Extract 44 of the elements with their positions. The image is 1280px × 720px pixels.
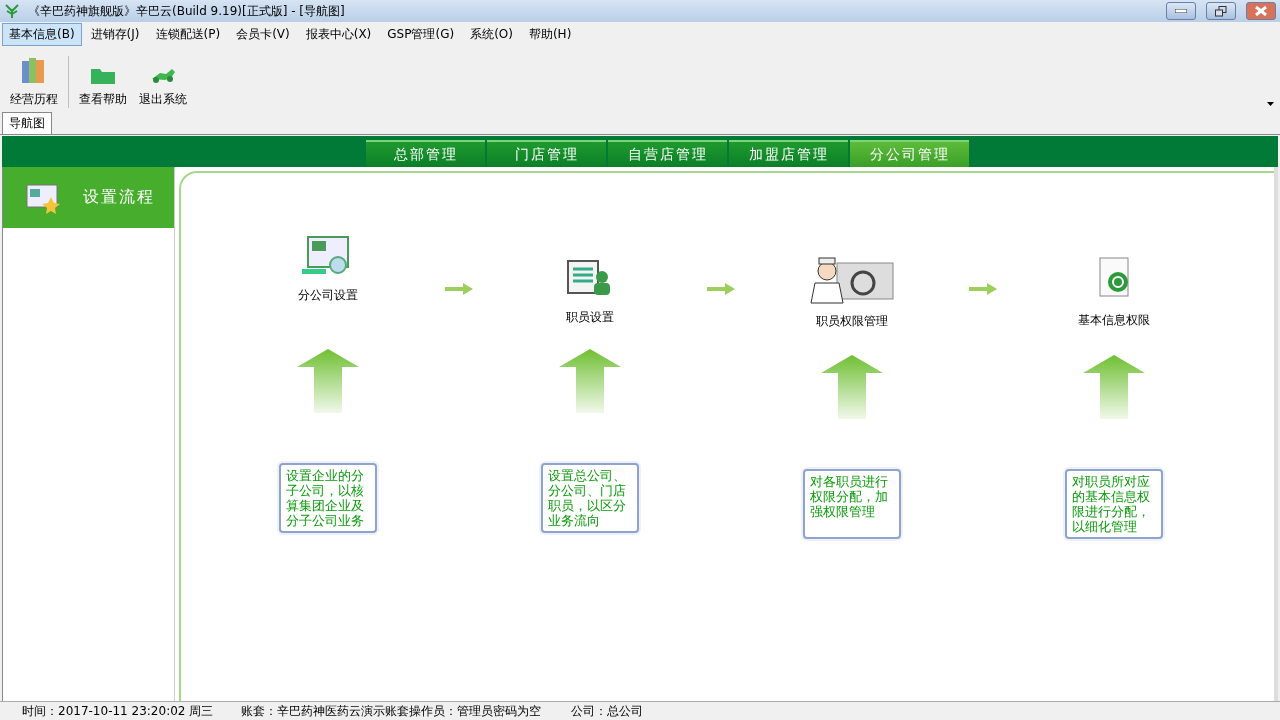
description-note: 设置企业的分子公司，以核算集团企业及分子公司业务 — [279, 463, 377, 533]
step-label[interactable]: 分公司设置 — [298, 287, 358, 327]
menu-item[interactable]: 进销存(J) — [83, 22, 147, 46]
menu-item[interactable]: 基本信息(B) — [2, 22, 82, 46]
section-tab[interactable]: 总部管理 — [366, 140, 485, 167]
section-tab[interactable]: 自营店管理 — [608, 140, 727, 167]
toolbar-button[interactable]: 经营历程 — [4, 55, 64, 108]
description-note: 设置总公司、分公司、门店职员，以区分业务流向 — [541, 463, 639, 533]
restore-icon — [1215, 5, 1227, 17]
description-note: 对各职员进行权限分配，加强权限管理 — [803, 469, 901, 539]
up-arrow-icon — [297, 349, 359, 413]
minimize-icon — [1175, 9, 1187, 13]
up-arrow-icon — [1083, 355, 1145, 419]
step-label[interactable]: 基本信息权限 — [1078, 312, 1150, 352]
step-label[interactable]: 职员权限管理 — [816, 313, 888, 353]
step-label[interactable]: 职员设置 — [566, 309, 614, 349]
leaf-logo-icon — [4, 3, 20, 19]
menu-item[interactable]: 帮助(H) — [521, 22, 579, 46]
up-arrow-icon — [821, 355, 883, 419]
right-arrow-icon — [445, 283, 473, 295]
right-arrow-icon — [969, 283, 997, 295]
section-tab[interactable]: 门店管理 — [487, 140, 606, 167]
up-arrow-icon — [559, 349, 621, 413]
menu-item[interactable]: 连锁配送(P) — [148, 22, 228, 46]
menu-item[interactable]: 会员卡(V) — [229, 22, 297, 46]
status-text: 账套：辛巴药神医药云演示账套 — [241, 702, 410, 720]
dropdown-caret-icon[interactable] — [1267, 102, 1274, 106]
menu-item[interactable]: 报表中心(X) — [298, 22, 379, 46]
close-icon — [1255, 6, 1267, 16]
close-button[interactable] — [1246, 2, 1276, 20]
toolbar-button[interactable]: 退出系统 — [133, 65, 193, 108]
section-tab[interactable]: 加盟店管理 — [729, 140, 848, 167]
toolbar-button[interactable]: 查看帮助 — [73, 65, 133, 108]
window-title: 《辛巴药神旗舰版》辛巴云(Build 9.19)[正式版] - [导航图] — [28, 2, 346, 20]
status-text: 操作员：管理员密码为空 — [409, 702, 542, 720]
status-text: 时间：2017-10-11 23:20:02 周三 — [22, 702, 214, 720]
minimize-button[interactable] — [1166, 2, 1196, 20]
status-text: 公司：总公司 — [571, 702, 644, 720]
document-tab[interactable]: 导航图 — [2, 112, 52, 134]
restore-button[interactable] — [1206, 2, 1236, 20]
menu-item[interactable]: GSP管理(G) — [380, 22, 462, 46]
menu-item[interactable]: 系统(O) — [463, 22, 520, 46]
right-arrow-icon — [707, 283, 735, 295]
description-note: 对职员所对应的基本信息权限进行分配，以细化管理 — [1065, 469, 1163, 539]
